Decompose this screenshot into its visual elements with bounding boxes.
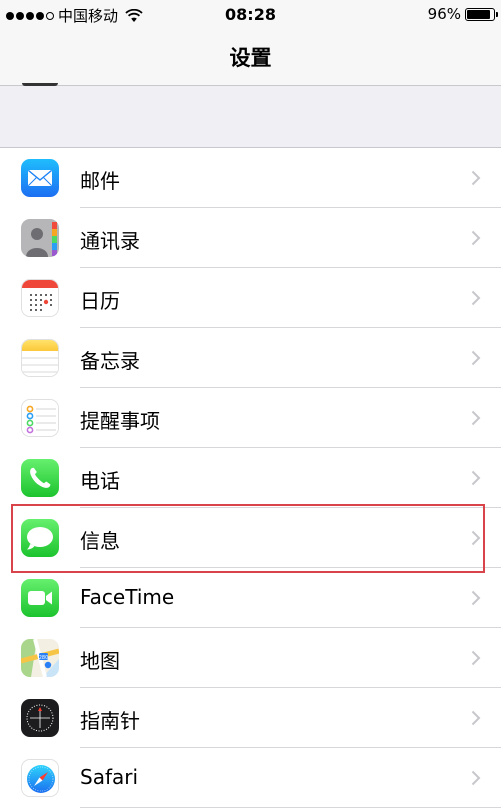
chevron-right-icon bbox=[471, 170, 481, 186]
page-title: 设置 bbox=[229, 46, 272, 70]
battery-icon bbox=[465, 7, 498, 21]
navigation-bar: 设置 bbox=[0, 30, 501, 86]
chevron-right-icon bbox=[471, 350, 481, 366]
settings-row-messages[interactable]: 信息 bbox=[0, 508, 501, 568]
settings-row-facetime[interactable]: FaceTime bbox=[0, 568, 501, 628]
compass-icon bbox=[21, 699, 59, 737]
settings-row-mail[interactable]: 邮件 bbox=[0, 148, 501, 208]
chevron-right-icon bbox=[471, 710, 481, 726]
chevron-right-icon bbox=[471, 230, 481, 246]
settings-row-label: 指南针 bbox=[80, 709, 140, 733]
notes-icon bbox=[21, 339, 59, 377]
maps-icon: 280 bbox=[21, 639, 59, 677]
chevron-right-icon bbox=[471, 650, 481, 666]
svg-text:280: 280 bbox=[39, 655, 49, 661]
chevron-right-icon bbox=[471, 770, 481, 786]
settings-row-reminders[interactable]: 提醒事项 bbox=[0, 388, 501, 448]
reminders-icon bbox=[21, 399, 59, 437]
phone-icon bbox=[21, 459, 59, 497]
chevron-right-icon bbox=[471, 290, 481, 306]
settings-row-notes[interactable]: 备忘录 bbox=[0, 328, 501, 388]
calendar-icon bbox=[21, 279, 59, 317]
scrolled-item-icon bbox=[22, 83, 58, 86]
settings-row-label: 日历 bbox=[80, 289, 120, 313]
settings-row-label: 通讯录 bbox=[80, 229, 140, 253]
settings-row-label: 邮件 bbox=[80, 169, 120, 193]
messages-icon bbox=[21, 519, 59, 557]
settings-row-maps[interactable]: 280 地图 bbox=[0, 628, 501, 688]
mail-icon bbox=[21, 159, 59, 197]
settings-row-calendar[interactable]: 日历 bbox=[0, 268, 501, 328]
settings-row-label: 提醒事项 bbox=[80, 409, 160, 433]
settings-row-safari[interactable]: Safari bbox=[0, 748, 501, 808]
settings-row-contacts[interactable]: 通讯录 bbox=[0, 208, 501, 268]
settings-row-compass[interactable]: 指南针 bbox=[0, 688, 501, 748]
settings-list: 邮件 通讯录 日历 备忘录 提醒事项 电话 信息 FaceTime 280 地图… bbox=[0, 147, 501, 808]
settings-row-label: 备忘录 bbox=[80, 349, 140, 373]
settings-row-label: Safari bbox=[80, 765, 139, 789]
status-bar: 中国移动 08:28 96% bbox=[0, 0, 501, 30]
status-time: 08:28 bbox=[225, 5, 276, 24]
battery-percentage: 96% bbox=[427, 5, 461, 23]
settings-row-label: 电话 bbox=[80, 469, 120, 493]
contacts-icon bbox=[21, 219, 59, 257]
chevron-right-icon bbox=[471, 590, 481, 606]
settings-row-label: 信息 bbox=[80, 529, 120, 553]
chevron-right-icon bbox=[471, 470, 481, 486]
safari-icon bbox=[21, 759, 59, 797]
settings-row-label: 地图 bbox=[80, 649, 120, 673]
settings-row-label: FaceTime bbox=[80, 585, 175, 609]
facetime-icon bbox=[21, 579, 59, 617]
chevron-right-icon bbox=[471, 530, 481, 546]
chevron-right-icon bbox=[471, 410, 481, 426]
settings-row-phone[interactable]: 电话 bbox=[0, 448, 501, 508]
